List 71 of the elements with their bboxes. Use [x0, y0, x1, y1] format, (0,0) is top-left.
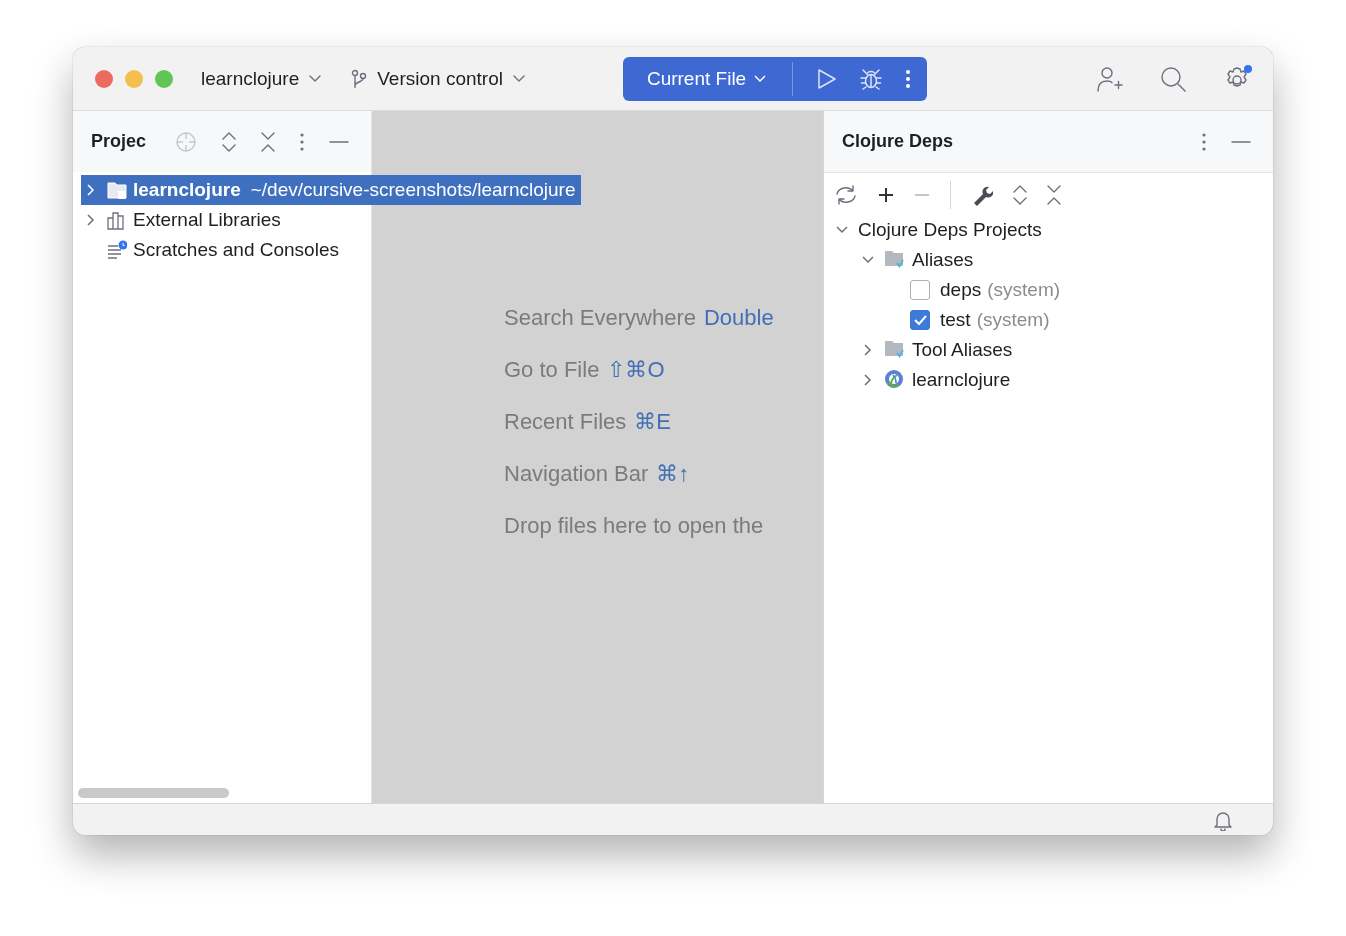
- refresh-icon[interactable]: [834, 184, 858, 206]
- note-text: (system): [987, 279, 1061, 301]
- tree-row[interactable]: deps (system): [884, 275, 1265, 305]
- tree-row[interactable]: Tool Aliases: [858, 335, 1265, 365]
- shortcut-text: ⌘↑: [656, 461, 690, 487]
- checkbox[interactable]: [910, 280, 930, 300]
- chevron-down-icon: [754, 74, 767, 83]
- chevron-right-icon[interactable]: [862, 374, 874, 386]
- hint-text: Navigation Bar: [504, 461, 649, 487]
- shortcut-text: ⇧⌘O: [607, 357, 665, 383]
- tree-row[interactable]: Clojure Deps Projects: [832, 215, 1265, 245]
- chevron-right-icon[interactable]: [85, 214, 97, 226]
- tree-label: Aliases: [912, 249, 974, 271]
- chevron-right-icon[interactable]: [862, 344, 874, 356]
- note-text: (system): [976, 309, 1050, 331]
- minimize-icon[interactable]: [329, 139, 349, 144]
- clojure-logo-icon: [884, 369, 906, 391]
- chevron-down-icon[interactable]: [836, 224, 848, 236]
- path-label: ~/dev/cursive-screenshots/learnclojure: [250, 179, 576, 201]
- panel-title: Clojure Deps: [842, 131, 955, 152]
- run-config-selector[interactable]: Current File: [646, 67, 767, 90]
- more-icon[interactable]: [905, 67, 912, 90]
- tree-row[interactable]: Aliases: [858, 245, 1265, 275]
- window-control[interactable]: [95, 69, 113, 88]
- folder-icon: [884, 339, 906, 361]
- shortcut-text: ⌘E: [634, 409, 671, 435]
- bug-icon[interactable]: [859, 66, 884, 91]
- shortcut-text: Double: [704, 305, 774, 331]
- library-icon: [107, 210, 127, 230]
- project-selector[interactable]: learnclojure: [201, 67, 322, 90]
- tree-label: External Libraries: [133, 209, 281, 231]
- checkbox[interactable]: [910, 310, 930, 330]
- more-icon[interactable]: [300, 132, 304, 151]
- panel-title: Projec: [91, 131, 148, 152]
- tree-row[interactable]: learnclojure: [858, 365, 1265, 395]
- tree-row[interactable]: External Libraries: [81, 205, 281, 235]
- vcs-selector[interactable]: Version control: [351, 67, 525, 90]
- branch-icon: [351, 68, 368, 89]
- expand-all-icon[interactable]: [222, 131, 236, 152]
- add-icon[interactable]: [878, 187, 894, 203]
- collapse-all-icon[interactable]: [1047, 185, 1061, 205]
- folder-icon: [884, 249, 906, 271]
- search-icon[interactable]: [1159, 64, 1187, 93]
- folder-icon: [107, 180, 127, 200]
- hint-text: Search Everywhere: [504, 305, 696, 331]
- hint-text: Go to File: [504, 357, 600, 383]
- hint-text: Recent Files: [504, 409, 627, 435]
- minimize-icon[interactable]: [1231, 139, 1251, 144]
- tree-label: Scratches and Consoles: [133, 239, 339, 261]
- chevron-down-icon: [309, 74, 322, 83]
- chevron-right-icon[interactable]: [85, 184, 97, 196]
- add-user-icon[interactable]: [1095, 64, 1123, 93]
- tree-label: learnclojure: [133, 179, 241, 201]
- tree-label: Tool Aliases: [912, 339, 1013, 361]
- chevron-down-icon: [512, 74, 525, 83]
- tree-label: deps: [940, 279, 982, 301]
- expand-all-icon[interactable]: [1013, 185, 1027, 205]
- tree-label: learnclojure: [912, 369, 1011, 391]
- chevron-down-icon[interactable]: [862, 254, 874, 266]
- tree-label: test: [940, 309, 971, 331]
- selected-tree-row[interactable]: learnclojure ~/dev/cursive-screenshots/learnclojure: [81, 175, 582, 205]
- play-icon[interactable]: [815, 67, 838, 90]
- scratch-icon: [107, 240, 127, 260]
- scrollbar[interactable]: [78, 788, 229, 798]
- check-icon: [913, 314, 927, 326]
- tree-label: Clojure Deps Projects: [858, 219, 1042, 241]
- tree-row[interactable]: Scratches and Consoles: [81, 235, 339, 265]
- collapse-all-icon[interactable]: [261, 131, 275, 152]
- hint-text: Drop files here to open the: [504, 513, 764, 539]
- tree-row[interactable]: test (system): [884, 305, 1265, 335]
- more-icon[interactable]: [1202, 132, 1206, 151]
